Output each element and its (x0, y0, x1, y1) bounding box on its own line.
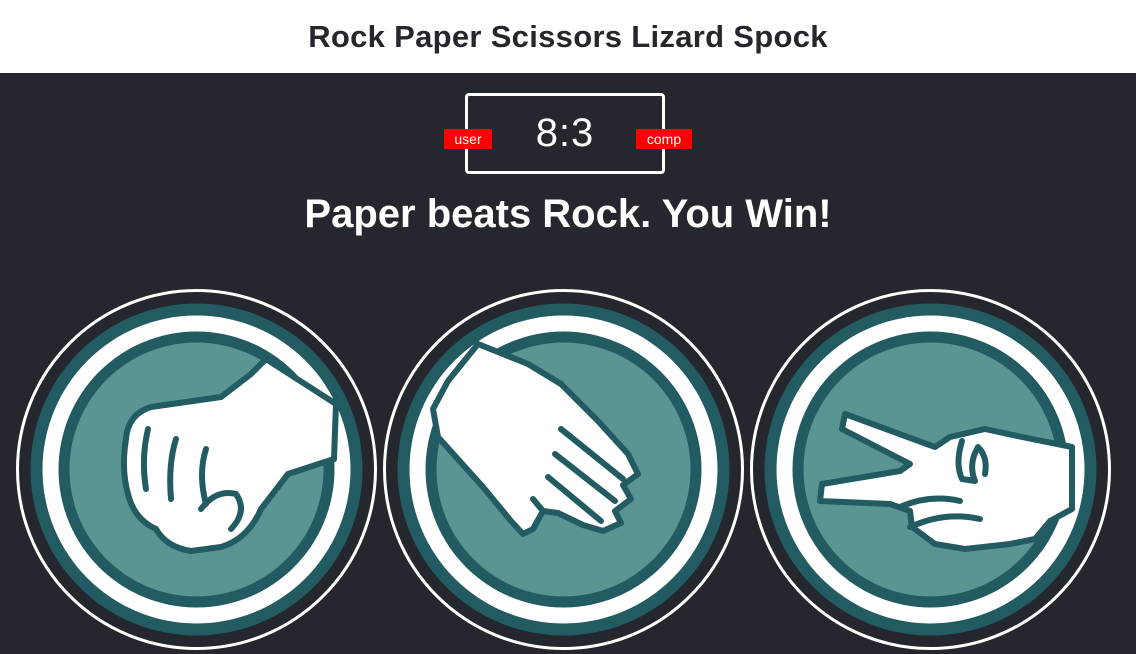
open-hand-icon (383, 289, 744, 650)
page-title: Rock Paper Scissors Lizard Spock (308, 18, 828, 54)
rock-choice-button[interactable] (16, 289, 377, 650)
result-message: Paper beats Rock. You Win! (304, 192, 832, 236)
user-label-badge: user (444, 129, 492, 149)
comp-label-badge: comp (636, 129, 692, 149)
paper-choice-button[interactable] (383, 289, 744, 650)
scissors-choice-button[interactable] (750, 289, 1111, 650)
scissors-hand-icon (750, 289, 1111, 650)
scoreboard: user 8:3 comp (444, 93, 692, 174)
score-display: 8:3 (535, 111, 595, 155)
fist-icon (16, 289, 377, 650)
header: Rock Paper Scissors Lizard Spock (0, 0, 1136, 73)
